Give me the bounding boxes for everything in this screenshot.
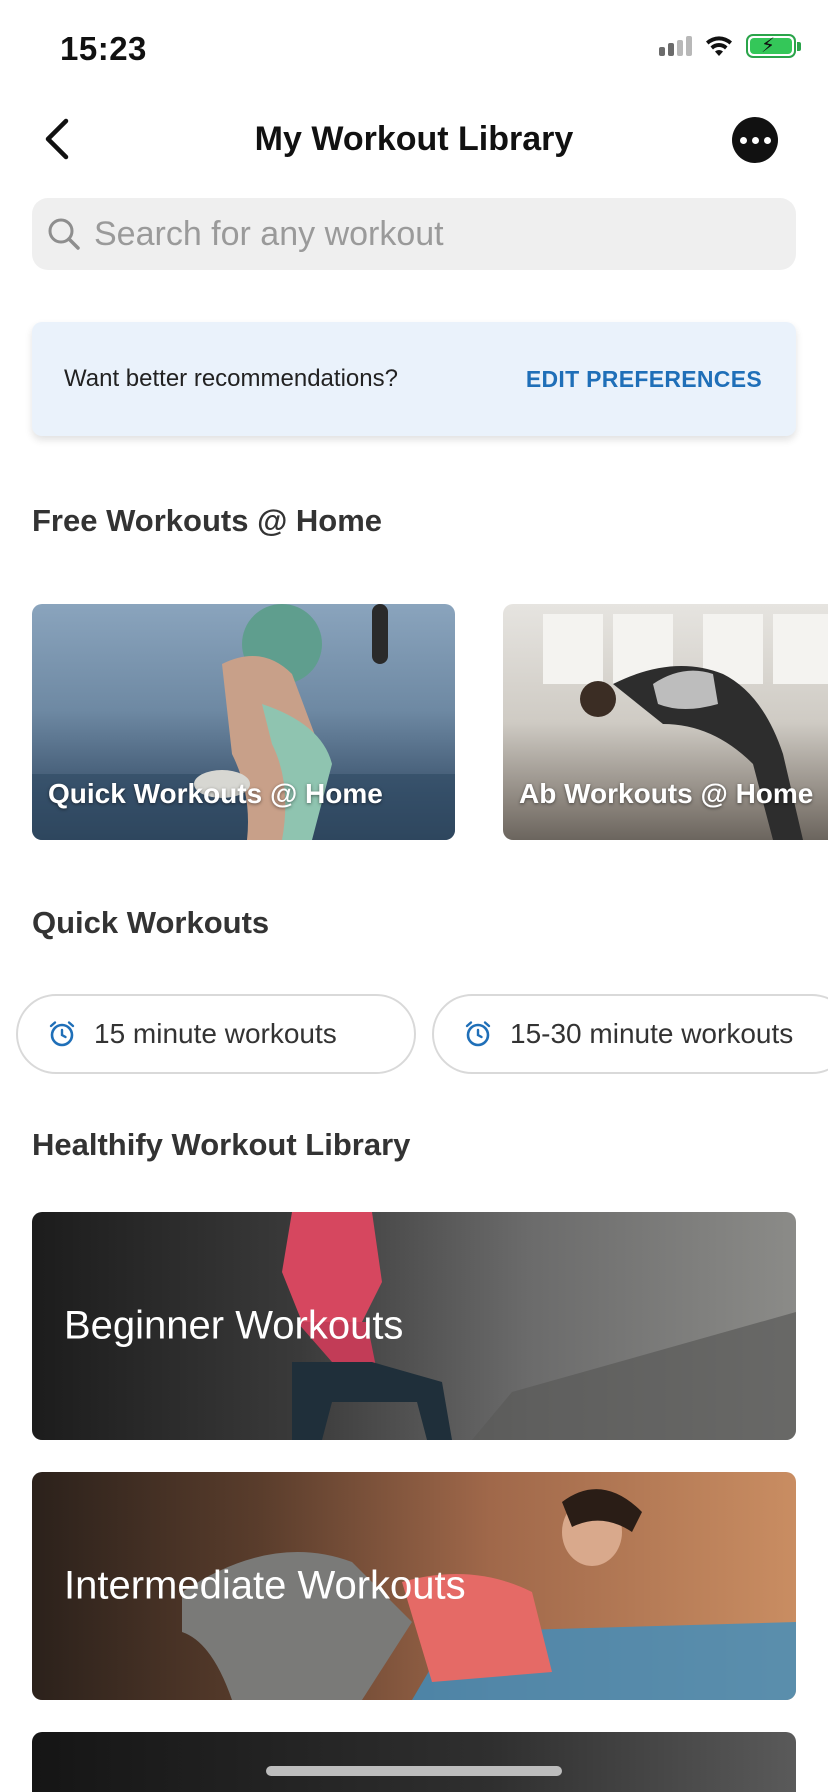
preferences-banner: Want better recommendations? EDIT PREFER… [32, 322, 796, 436]
chip-label: 15-30 minute workouts [510, 1018, 794, 1049]
ab-workouts-home-card[interactable]: Ab Workouts @ Home [503, 604, 828, 840]
edit-preferences-button[interactable]: EDIT PREFERENCES [526, 366, 762, 393]
preferences-prompt: Want better recommendations? [64, 365, 398, 392]
card-label: Intermediate Workouts [64, 1563, 466, 1608]
card-label: Beginner Workouts [64, 1303, 404, 1348]
header: My Workout Library [0, 100, 828, 180]
alarm-clock-icon [465, 1021, 491, 1047]
section-title-library: Healthify Workout Library [32, 1127, 411, 1162]
search-input[interactable] [94, 214, 744, 254]
free-workouts-carousel[interactable]: Quick Workouts @ Home Ab Workouts @ Home [0, 604, 828, 840]
chip-label: 15 minute workouts [94, 1018, 337, 1049]
status-time: 15:23 [60, 30, 147, 67]
more-dots-icon [739, 136, 747, 144]
wifi-icon [706, 36, 732, 56]
intermediate-workouts-card[interactable]: Intermediate Workouts [32, 1472, 796, 1700]
chip-15-30-minute[interactable]: 15-30 minute workouts [432, 994, 828, 1074]
charging-bolt-icon: ⚡ [761, 35, 776, 57]
more-options-button[interactable] [732, 117, 778, 163]
section-title-quick: Quick Workouts [32, 905, 270, 940]
battery-icon: ⚡ [746, 34, 801, 58]
search-icon [48, 218, 80, 250]
status-bar: 15:23 ⚡ [0, 0, 828, 100]
alarm-clock-icon [49, 1021, 75, 1047]
home-indicator[interactable] [266, 1766, 562, 1776]
card-label: Quick Workouts @ Home [48, 778, 383, 809]
advanced-workouts-card[interactable] [32, 1732, 796, 1792]
quick-workouts-chips[interactable]: 15 minute workouts 15-30 minute workouts [0, 994, 828, 1076]
beginner-workouts-card[interactable]: Beginner Workouts [32, 1212, 796, 1440]
search-bar[interactable] [32, 198, 796, 270]
quick-workouts-home-card[interactable]: Quick Workouts @ Home [32, 604, 455, 840]
status-icons: ⚡ [659, 34, 801, 58]
card-label: Ab Workouts @ Home [519, 778, 814, 809]
page-title: My Workout Library [254, 120, 574, 158]
chip-15-minute[interactable]: 15 minute workouts [16, 994, 416, 1074]
cellular-signal-icon [659, 36, 692, 56]
section-title-free-home: Free Workouts @ Home [32, 503, 383, 538]
